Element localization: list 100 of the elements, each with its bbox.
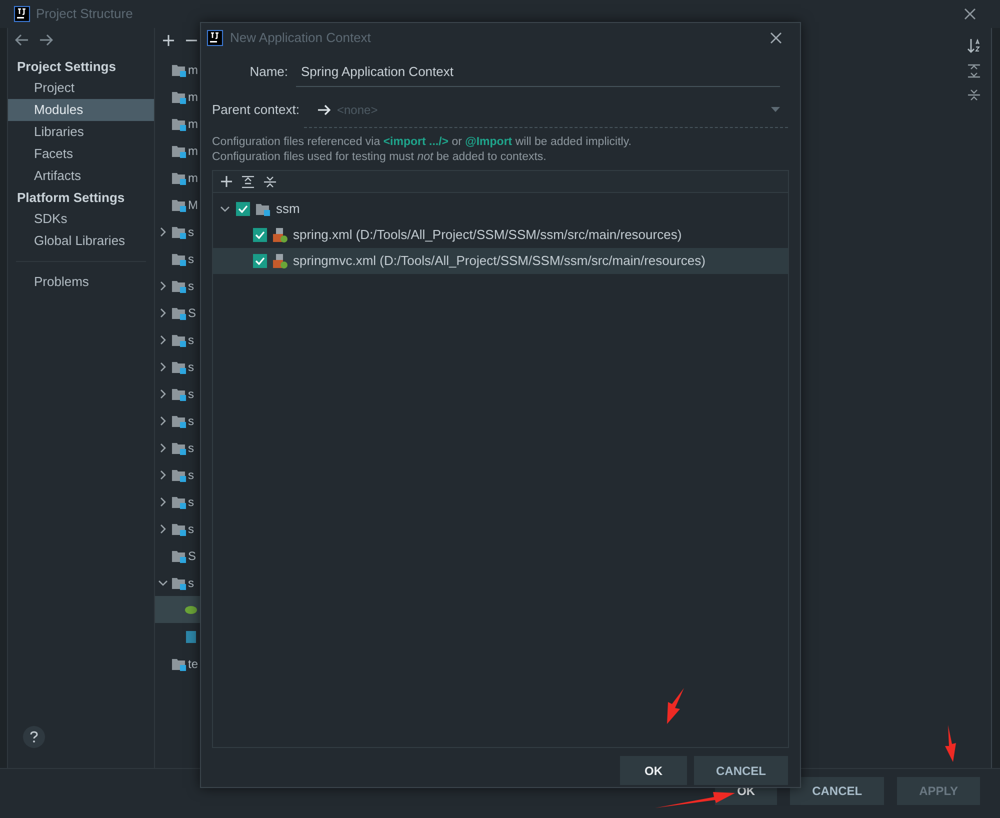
info-text: Configuration files used for testing must not be added to contexts.: [212, 150, 548, 165]
module-name: s: [188, 332, 194, 348]
help-button[interactable]: [23, 726, 45, 748]
sidebar-item[interactable]: SDKs: [8, 208, 154, 230]
expand-all-icon[interactable]: [968, 64, 980, 78]
tree-row[interactable]: spring.xml (D:/Tools/All_Project/SSM/SSM/ssm/src/main/resources): [213, 222, 788, 248]
expand-all-icon[interactable]: [242, 176, 254, 188]
module-row[interactable]: s: [155, 218, 200, 245]
module-name: s: [188, 440, 194, 456]
module-name: m: [188, 170, 198, 186]
annotation-arrow: [945, 725, 956, 762]
checkbox[interactable]: [253, 254, 267, 268]
module-name: te: [188, 656, 198, 672]
tree-row[interactable]: springmvc.xml (D:/Tools/All_Project/SSM/SSM/ssm/src/main/resources): [213, 248, 788, 274]
module-name: S: [188, 548, 196, 564]
arrow-right-icon: [318, 104, 331, 116]
module-name: s: [188, 278, 194, 294]
module-row[interactable]: te: [155, 650, 200, 677]
add-icon[interactable]: [221, 176, 232, 187]
dialog-title: New Application Context: [230, 29, 371, 48]
module-name: m: [188, 88, 198, 106]
chevron-down-icon[interactable]: [158, 580, 168, 586]
close-icon[interactable]: [964, 8, 976, 20]
file-label: ssm: [276, 200, 300, 218]
module-name: s: [188, 520, 194, 538]
app-icon: [14, 6, 30, 22]
module-name: S: [188, 304, 196, 322]
forward-arrow-icon[interactable]: [39, 34, 53, 46]
module-row[interactable]: s: [155, 434, 200, 461]
chevron-right-icon[interactable]: [160, 416, 166, 426]
sidebar-item[interactable]: Problems: [8, 271, 154, 293]
chevron-right-icon[interactable]: [160, 334, 166, 344]
module-row[interactable]: s: [155, 272, 200, 299]
module-row[interactable]: s: [155, 515, 200, 542]
sidebar-item[interactable]: Libraries: [8, 121, 154, 143]
module-row[interactable]: S: [155, 299, 200, 326]
checkbox[interactable]: [253, 228, 267, 242]
chevron-right-icon[interactable]: [160, 280, 166, 290]
module-row[interactable]: m: [155, 83, 200, 110]
chevron-right-icon[interactable]: [160, 308, 166, 318]
checkbox[interactable]: [236, 202, 250, 216]
section-heading: Platform Settings: [17, 188, 125, 207]
module-row[interactable]: s: [155, 461, 200, 488]
close-icon[interactable]: [770, 32, 782, 44]
module-row[interactable]: m: [155, 164, 200, 191]
module-name: m: [188, 116, 198, 132]
spring-xml-file-icon: [272, 253, 288, 269]
module-row[interactable]: s: [155, 353, 200, 380]
chevron-right-icon[interactable]: [160, 388, 166, 398]
section-heading: Project Settings: [17, 58, 116, 76]
tree-row[interactable]: ssm: [213, 196, 788, 222]
sort-az-icon[interactable]: [966, 38, 980, 54]
module-name: s: [188, 358, 194, 376]
file-label: springmvc.xml (D:/Tools/All_Project/SSM/SSM/ssm/src/main/resources): [293, 252, 706, 270]
add-icon[interactable]: [163, 34, 174, 46]
module-row[interactable]: m: [155, 110, 200, 137]
module-row[interactable]: s: [155, 245, 200, 272]
file-label: spring.xml (D:/Tools/All_Project/SSM/SSM/ssm/src/main/resources): [293, 226, 682, 244]
sidebar-item[interactable]: Project: [8, 77, 154, 99]
module-row[interactable]: s: [155, 326, 200, 353]
module-row[interactable]: S: [155, 542, 200, 569]
module-row[interactable]: [155, 596, 200, 623]
chevron-right-icon[interactable]: [160, 470, 166, 480]
info-text: Configuration files referenced via <import .../> or @Import will be added implicitly.: [212, 135, 632, 150]
sidebar-item[interactable]: Modules: [8, 99, 154, 121]
dialog-button[interactable]: OK: [620, 756, 687, 785]
module-name: s: [188, 224, 194, 240]
module-row[interactable]: m: [155, 56, 200, 83]
module-row[interactable]: s: [155, 407, 200, 434]
name-label: Name:: [250, 64, 288, 80]
web-facet-icon: [185, 630, 197, 642]
dialog-button[interactable]: CANCEL: [694, 756, 788, 785]
back-arrow-icon[interactable]: [15, 34, 29, 46]
chevron-right-icon[interactable]: [160, 362, 166, 372]
sidebar-item[interactable]: Artifacts: [8, 165, 154, 187]
module-name: s: [188, 466, 194, 484]
module-name: s: [188, 412, 194, 430]
module-row[interactable]: m: [155, 137, 200, 164]
sidebar-item[interactable]: Facets: [8, 143, 154, 165]
chevron-right-icon[interactable]: [160, 524, 166, 534]
chevron-right-icon[interactable]: [160, 226, 166, 236]
annotation-arrow: [667, 688, 684, 724]
chevron-down-icon[interactable]: [220, 206, 230, 212]
app-icon: [207, 30, 223, 46]
dialog-button[interactable]: CANCEL: [790, 776, 884, 804]
window-title: Project Structure: [36, 5, 133, 24]
module-name: s: [188, 494, 194, 510]
module-name: s: [188, 250, 194, 268]
module-row[interactable]: M: [155, 191, 200, 218]
name-field[interactable]: Spring Application Context: [296, 57, 780, 87]
chevron-right-icon[interactable]: [160, 442, 166, 452]
chevron-right-icon[interactable]: [160, 496, 166, 506]
collapse-all-icon[interactable]: [968, 88, 980, 102]
module-row[interactable]: s: [155, 380, 200, 407]
module-name: M: [188, 196, 198, 214]
module-row[interactable]: s: [155, 569, 200, 596]
module-name: m: [188, 142, 198, 160]
module-row[interactable]: s: [155, 488, 200, 515]
collapse-all-icon[interactable]: [264, 176, 276, 188]
sidebar-item[interactable]: Global Libraries: [8, 230, 154, 252]
